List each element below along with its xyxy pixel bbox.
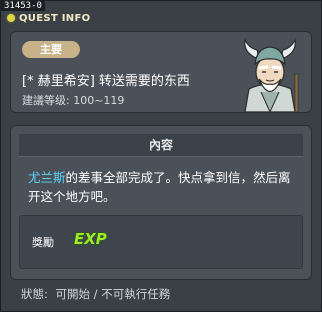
old-sage-npc-icon bbox=[244, 38, 299, 112]
description-text: 的差事全部完成了。快点拿到信，然后离开这个地方吧。 bbox=[28, 170, 291, 204]
content-section-title: 內容 bbox=[19, 134, 303, 157]
quest-description: 尤兰斯的差事全部完成了。快点拿到信，然后离开这个地方吧。 bbox=[28, 168, 302, 206]
quest-title: [* 赫里希安] 转送需要的东西 bbox=[22, 74, 190, 89]
status-value: 可開始 / 不可執行任務 bbox=[55, 287, 171, 301]
quest-content-panel: 內容 尤兰斯的差事全部完成了。快点拿到信，然后离开这个地方吧。 獎勵 EXP bbox=[10, 125, 312, 280]
reward-box: 獎勵 EXP bbox=[19, 215, 303, 269]
quest-level: 建議等级: 100~119 bbox=[22, 92, 124, 108]
quest-status: 狀態: 可開始 / 不可執行任務 bbox=[21, 286, 174, 302]
exp-icon-text: EXP bbox=[74, 230, 107, 248]
window-title: QUEST INFO bbox=[19, 12, 91, 24]
reward-label: 獎勵 bbox=[32, 236, 54, 249]
quest-header-panel: 主要 [* 赫里希安] 转送需要的东西 建議等级: 100~119 bbox=[10, 31, 312, 113]
exp-icon: EXP bbox=[73, 229, 107, 248]
level-label: 建議等级: bbox=[22, 94, 70, 107]
npc-name-link[interactable]: 尤兰斯 bbox=[28, 170, 66, 185]
level-range: 100~119 bbox=[73, 94, 125, 107]
quest-type-badge: 主要 bbox=[22, 41, 80, 58]
status-label: 狀態: bbox=[21, 287, 48, 301]
quest-info-window: 31453-0 QUEST INFO 主要 [* 赫里希安] 转送需要的东西 建… bbox=[0, 0, 322, 312]
window-title-bar[interactable]: QUEST INFO bbox=[7, 10, 90, 26]
yellow-dot-icon bbox=[7, 14, 15, 22]
